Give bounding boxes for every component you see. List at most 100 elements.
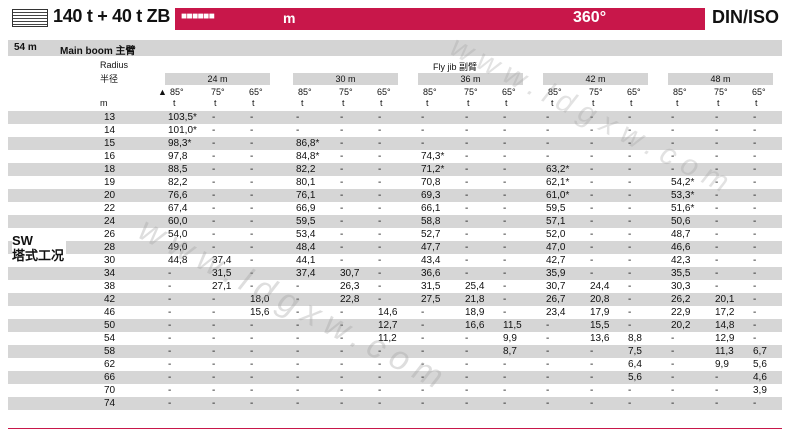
load-cell: - (590, 203, 594, 214)
angle-header: 75° (211, 87, 225, 97)
load-cell: - (212, 164, 216, 175)
radius-cell: 16 (104, 151, 116, 162)
load-cell: - (340, 216, 344, 227)
load-cell: - (671, 333, 675, 344)
load-cell: - (715, 372, 719, 383)
load-cell: - (250, 372, 254, 383)
load-cell: - (715, 216, 719, 227)
load-cell: - (628, 268, 632, 279)
radius-cell: 50 (104, 320, 116, 331)
load-cell: - (753, 268, 757, 279)
load-cell: 20,2 (671, 320, 691, 331)
load-cell: - (753, 164, 757, 175)
load-cell: - (465, 242, 469, 253)
jib-length-header: 24 m (165, 73, 270, 85)
load-cell: - (250, 216, 254, 227)
load-cell: 103,5* (168, 112, 197, 123)
load-cell: - (753, 242, 757, 253)
radius-cell: 26 (104, 229, 116, 240)
load-cell: 20,8 (590, 294, 610, 305)
load-cell: - (671, 112, 675, 123)
load-cell: 14,6 (378, 307, 398, 318)
load-cell: - (378, 151, 382, 162)
load-cell: - (503, 359, 507, 370)
load-cell: - (465, 359, 469, 370)
load-cell: - (212, 359, 216, 370)
table-row: 74 - - - - - - - - - - - - - - - (8, 397, 782, 410)
load-cell: - (628, 216, 632, 227)
load-cell: - (378, 242, 382, 253)
unit-header: t (505, 98, 508, 108)
radius-label-cn: 半径 (100, 74, 119, 84)
marker-icon: ▲ (158, 87, 167, 97)
load-cell: - (378, 268, 382, 279)
load-cell: 66,9 (296, 203, 316, 214)
load-cell: - (590, 346, 594, 357)
load-cell: 82,2 (168, 177, 188, 188)
load-cell: - (753, 307, 757, 318)
load-cell: - (340, 242, 344, 253)
load-cell: - (465, 346, 469, 357)
load-cell: 20,1 (715, 294, 735, 305)
load-cell: 46,6 (671, 242, 691, 253)
load-cell: 57,1 (546, 216, 566, 227)
load-cell: - (503, 190, 507, 201)
load-cell: 71,2* (421, 164, 445, 175)
load-cell: 5,6 (753, 359, 767, 370)
load-cell: 101,0* (168, 125, 197, 136)
load-cell: 86,8* (296, 138, 320, 149)
jib-length-header: 48 m (668, 73, 773, 85)
load-cell: - (671, 398, 675, 409)
load-cell: 6,7 (753, 346, 767, 357)
load-cell: - (628, 307, 632, 318)
load-cell: - (340, 255, 344, 266)
load-cell: - (503, 203, 507, 214)
load-cell: - (753, 138, 757, 149)
load-cell: - (296, 333, 300, 344)
radius-cell: 19 (104, 177, 116, 188)
load-cell: - (421, 320, 425, 331)
load-cell: - (628, 242, 632, 253)
radius-cell: 74 (104, 398, 116, 409)
load-cell: - (212, 294, 216, 305)
load-cell: 42,3 (671, 255, 691, 266)
load-cell: - (378, 164, 382, 175)
unit-header: t (426, 98, 429, 108)
load-cell: - (753, 151, 757, 162)
jib-length-header: 30 m (293, 73, 398, 85)
load-cell: - (715, 255, 719, 266)
load-cell: - (340, 177, 344, 188)
load-cell: - (340, 359, 344, 370)
load-cell: 43,4 (421, 255, 441, 266)
load-cell: - (378, 177, 382, 188)
load-cell: 82,2 (296, 164, 316, 175)
load-cell: - (671, 372, 675, 383)
load-cell: - (465, 190, 469, 201)
load-cell: - (590, 138, 594, 149)
load-cell: - (250, 112, 254, 123)
load-cell: 59,5 (546, 203, 566, 214)
load-cell: - (465, 177, 469, 188)
load-cell: - (546, 372, 550, 383)
load-cell: - (212, 125, 216, 136)
load-cell: - (340, 190, 344, 201)
load-cell: 35,5 (671, 268, 691, 279)
table-row: 70- - - - - - - - - - - - - -3,9 (8, 384, 782, 397)
unit-header: t (342, 98, 345, 108)
load-cell: 4,6 (753, 372, 767, 383)
load-cell: 25,4 (465, 281, 485, 292)
load-cell: - (250, 177, 254, 188)
load-cell: - (465, 255, 469, 266)
load-cell: - (546, 385, 550, 396)
load-cell: - (212, 177, 216, 188)
load-cell: 70,8 (421, 177, 441, 188)
load-cell: - (590, 385, 594, 396)
load-cell: 22,8 (340, 294, 360, 305)
load-cell: - (715, 268, 719, 279)
load-cell: - (590, 242, 594, 253)
slewing-angle: 360° (573, 9, 607, 26)
load-cell: 14,8 (715, 320, 735, 331)
load-cell: - (465, 229, 469, 240)
load-cell: 3,9 (753, 385, 767, 396)
unit-header: t (755, 98, 758, 108)
